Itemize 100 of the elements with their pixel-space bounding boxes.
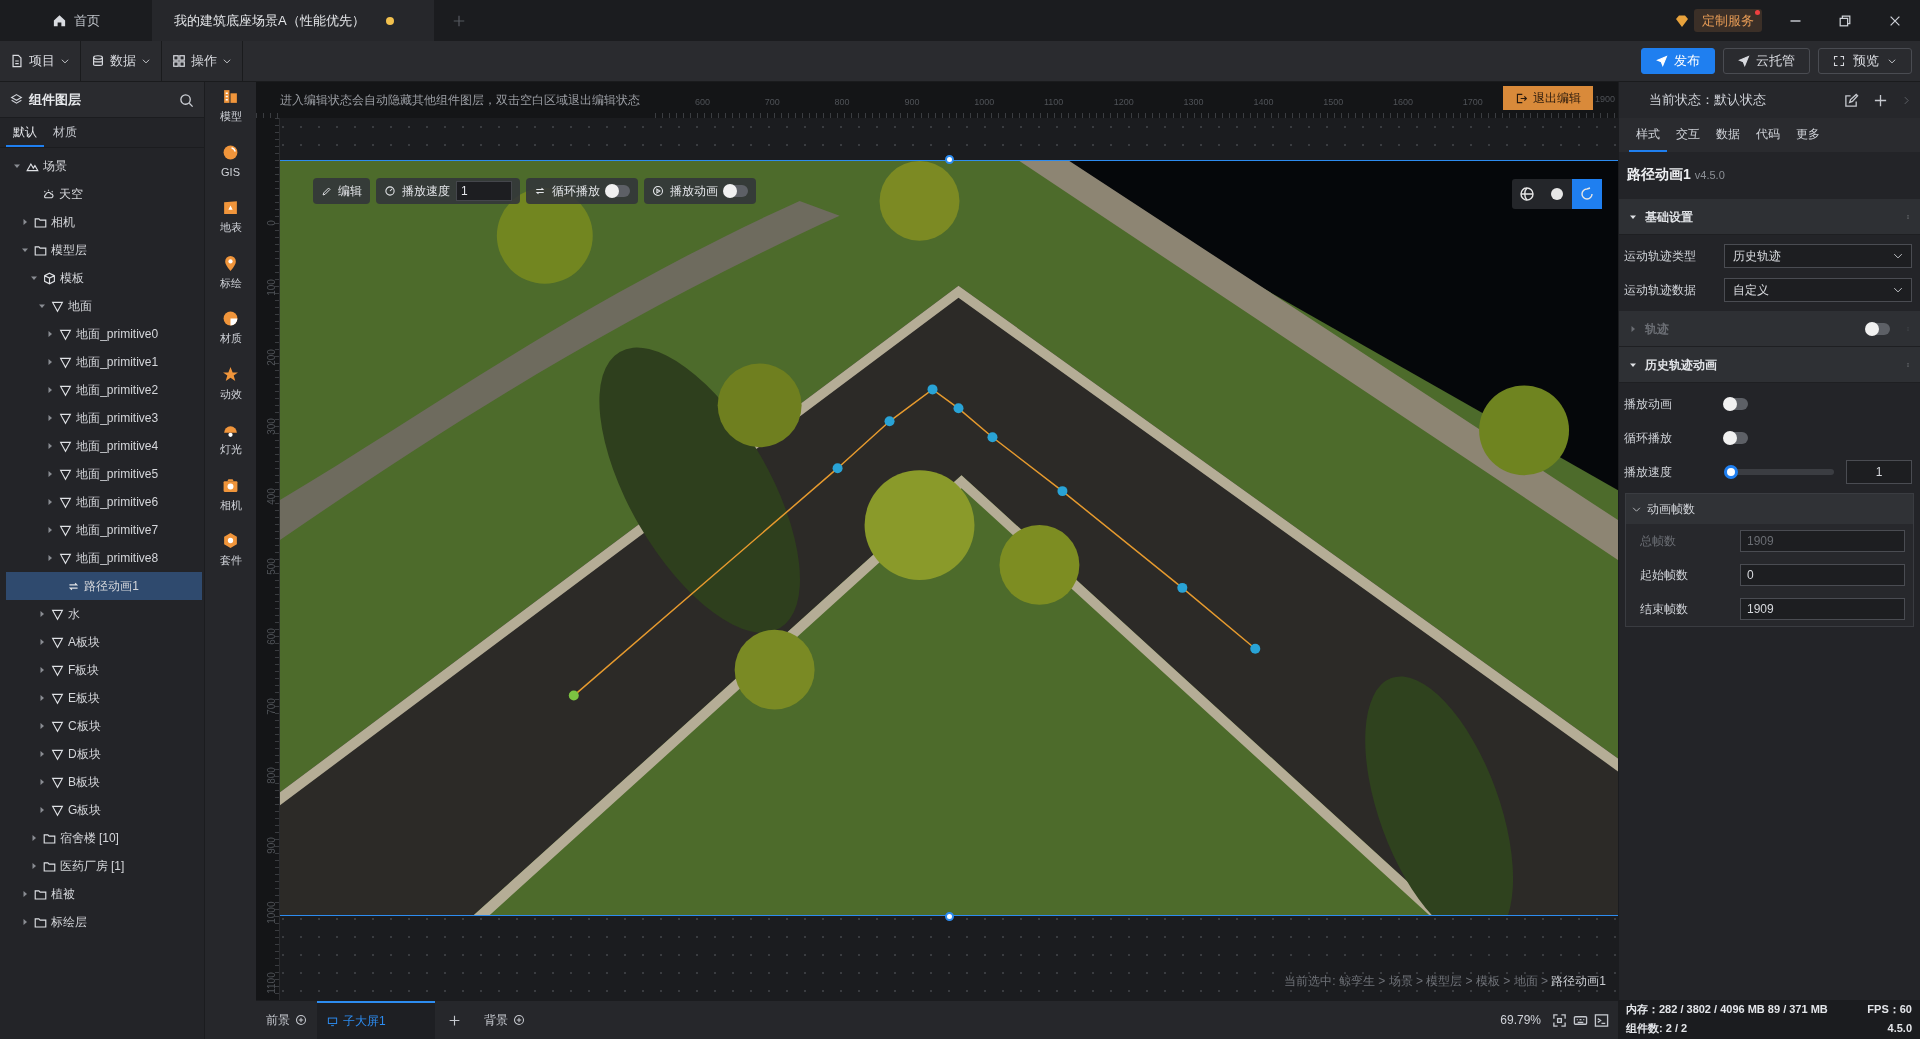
menu-button[interactable]: 操作 <box>162 40 243 82</box>
layer-tree-item[interactable]: 天空 <box>6 180 202 208</box>
menu-button[interactable]: 项目 <box>0 40 81 82</box>
layer-tree-item[interactable]: A板块 <box>6 628 202 656</box>
layer-tree-item[interactable]: C板块 <box>6 712 202 740</box>
section-title: 轨迹 <box>1645 320 1670 338</box>
play-circle-icon <box>652 185 664 197</box>
layer-tree-item[interactable]: 植被 <box>6 880 202 908</box>
field-label: 播放速度 <box>1624 464 1673 481</box>
camera-icon <box>222 476 239 494</box>
layer-tree-item[interactable]: 路径动画1 <box>6 572 202 600</box>
fit-screen-icon <box>1552 1012 1567 1028</box>
tool-button[interactable]: 相机 <box>219 476 242 513</box>
fullscreen-icon <box>1833 55 1845 67</box>
toggle-switch[interactable] <box>1724 398 1748 410</box>
triangle-icon <box>50 803 64 817</box>
grid-icon <box>172 54 186 68</box>
filled-circle-icon <box>1549 186 1565 202</box>
exit-edit-button[interactable]: 退出编辑 <box>1503 86 1593 110</box>
ruler-label: 1600 <box>1392 97 1413 107</box>
layer-tree-item[interactable]: 地面_primitive7 <box>6 516 202 544</box>
layer-tree-item[interactable]: 医药厂房 [1] <box>6 852 202 880</box>
section-header[interactable]: 基础设置 <box>1619 199 1920 235</box>
toggle-switch[interactable] <box>1724 432 1748 444</box>
ruler-label: 1700 <box>1462 97 1483 107</box>
section-header[interactable]: 历史轨迹动画 <box>1619 347 1920 383</box>
layer-tree-item[interactable]: E板块 <box>6 684 202 712</box>
screen-tab[interactable]: 子大屏1 <box>317 1000 435 1039</box>
action-button[interactable]: 云托管 <box>1723 48 1810 74</box>
ruler-label: 1900 <box>1594 95 1615 104</box>
custom-service-button[interactable]: 定制服务 <box>1694 8 1762 33</box>
tool-button[interactable]: 套件 <box>219 532 242 569</box>
property-tab[interactable]: 数据 <box>1709 118 1747 152</box>
toggle-switch[interactable] <box>606 185 630 197</box>
layer-tree-item[interactable]: 地面_primitive5 <box>6 460 202 488</box>
layer-tree-item[interactable]: 地面_primitive0 <box>6 320 202 348</box>
property-tab[interactable]: 代码 <box>1749 118 1787 152</box>
menu-button[interactable]: 数据 <box>81 40 162 82</box>
path-drawing[interactable] <box>568 384 1261 701</box>
action-button[interactable]: 预览 <box>1818 48 1912 74</box>
slider-track[interactable] <box>1724 465 1834 479</box>
triangle-icon <box>59 551 73 565</box>
layer-tree-item[interactable]: F板块 <box>6 656 202 684</box>
layer-tree-item[interactable]: 标绘层 <box>6 908 202 936</box>
layer-tree-item[interactable]: 相机 <box>6 208 202 236</box>
toggle-switch[interactable] <box>724 185 748 197</box>
property-tab[interactable]: 交互 <box>1669 118 1707 152</box>
tool-button[interactable]: 材质 <box>219 310 242 347</box>
action-button[interactable]: 发布 <box>1641 48 1715 74</box>
layer-tree-item[interactable]: 水 <box>6 600 202 628</box>
panel-tab[interactable]: 默认 <box>6 118 44 147</box>
tool-button[interactable]: 模型 <box>219 88 242 125</box>
layer-tree-item[interactable]: 地面_primitive1 <box>6 348 202 376</box>
layer-tree-item[interactable]: D板块 <box>6 740 202 768</box>
select-field[interactable]: 自定义 <box>1724 278 1912 302</box>
speed-icon <box>384 185 396 197</box>
layer-tree-item[interactable]: 宿舍楼 [10] <box>6 824 202 852</box>
layer-tree-item[interactable]: B板块 <box>6 768 202 796</box>
caret-icon <box>222 56 232 66</box>
number-input[interactable]: 0 <box>1740 564 1905 586</box>
property-tab[interactable]: 更多 <box>1789 118 1827 152</box>
selection-handle[interactable] <box>945 155 954 164</box>
layer-tree-item[interactable]: 地面_primitive8 <box>6 544 202 572</box>
panel-tab[interactable]: 材质 <box>46 118 84 147</box>
layer-tree-item[interactable]: G板块 <box>6 796 202 824</box>
folder-icon <box>42 859 56 873</box>
group-header[interactable]: 动画帧数 <box>1626 494 1913 524</box>
layer-tree-item[interactable]: 模板 <box>6 264 202 292</box>
screen-tab[interactable]: 前景 <box>256 1000 317 1039</box>
number-input[interactable]: 1909 <box>1740 598 1905 620</box>
building-icon <box>222 88 239 105</box>
layer-tree-item[interactable]: 地面_primitive2 <box>6 376 202 404</box>
layer-tree-item[interactable]: 场景 <box>6 152 202 180</box>
property-tab[interactable]: 样式 <box>1629 118 1667 152</box>
select-field[interactable]: 历史轨迹 <box>1724 244 1912 268</box>
paper-plane-icon <box>1738 55 1750 67</box>
speed-input[interactable]: 1 <box>456 181 512 201</box>
tool-button[interactable]: GIS <box>221 143 240 180</box>
slider-thumb[interactable] <box>1724 465 1738 479</box>
tool-button[interactable]: 动效 <box>219 365 242 402</box>
document-tab[interactable]: 首页 <box>0 0 152 41</box>
layer-tree-item[interactable]: 模型层 <box>6 236 202 264</box>
field-label: 循环播放 <box>1624 430 1673 447</box>
speed-input[interactable]: 1 <box>1846 460 1912 484</box>
layer-tree-item[interactable]: 地面_primitive4 <box>6 432 202 460</box>
exit-icon <box>1515 91 1528 105</box>
selection-handle[interactable] <box>945 912 954 921</box>
tool-button[interactable]: 地表 <box>219 199 242 236</box>
layer-tree-item[interactable]: 地面_primitive6 <box>6 488 202 516</box>
ruler-label: 700 <box>265 696 278 715</box>
layer-tree-item[interactable]: 地面 <box>6 292 202 320</box>
hexagon-icon <box>222 532 239 549</box>
layer-tree-item[interactable]: 地面_primitive3 <box>6 404 202 432</box>
triangle-icon <box>59 327 73 341</box>
screen-tab[interactable]: 背景 <box>474 1000 535 1039</box>
tool-button[interactable]: 标绘 <box>219 254 242 291</box>
document-tab[interactable]: 我的建筑底座场景A（性能优先） <box>152 0 434 41</box>
loop-arrows-icon <box>534 185 546 197</box>
tool-button[interactable]: 灯光 <box>219 421 242 458</box>
edit-button[interactable]: 编辑 <box>313 178 370 204</box>
